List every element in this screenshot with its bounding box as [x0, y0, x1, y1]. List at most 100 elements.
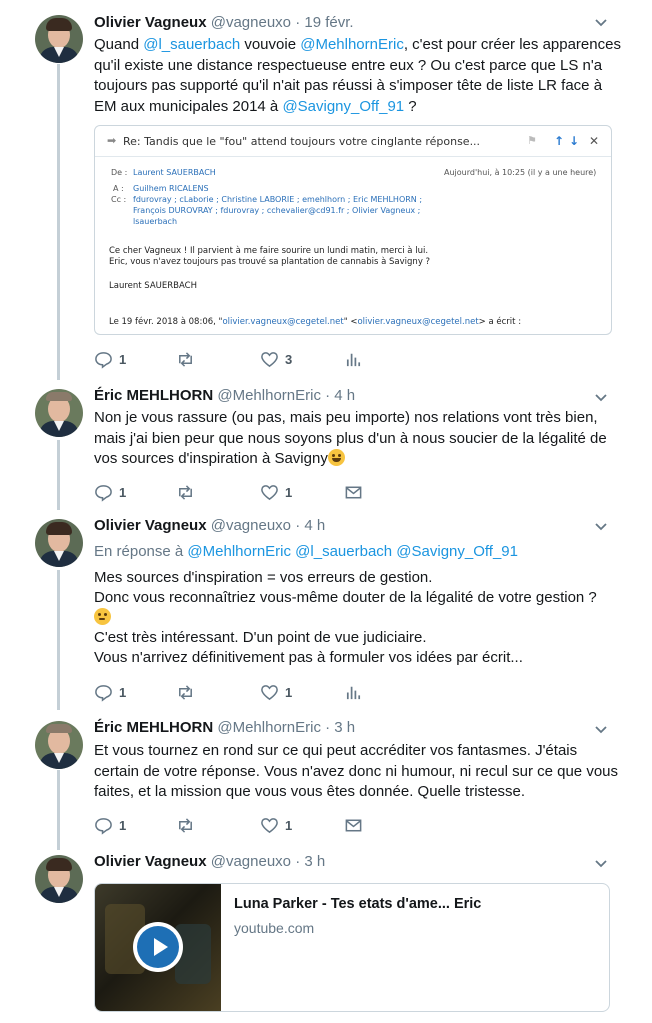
reply-icon: [95, 818, 112, 835]
reply-count: 1: [119, 485, 127, 500]
analytics-icon: [346, 686, 361, 700]
retweet-button[interactable]: [176, 483, 201, 502]
reply-icon: [95, 485, 112, 502]
email-body-line: Ce cher Vagneux ! Il parvient à me faire…: [109, 246, 429, 256]
tweet-text: Quand @l_sauerbach vouvoie @MehlhornEric…: [94, 36, 621, 115]
mention-link[interactable]: @Savigny_Off_91: [282, 98, 404, 115]
author-handle[interactable]: @vagneuxo: [211, 14, 291, 31]
mention-link[interactable]: @l_sauerbach: [295, 543, 392, 560]
thread-line-4: [57, 770, 60, 850]
retweet-icon: [179, 685, 192, 700]
heart-icon: [261, 352, 278, 368]
email-link: olivier.vagneux@cegetel.net: [357, 317, 479, 327]
avatar[interactable]: [35, 15, 83, 63]
author-name[interactable]: Olivier Vagneux: [94, 853, 207, 870]
retweet-button[interactable]: [176, 816, 201, 835]
like-button[interactable]: 1: [260, 683, 292, 702]
arrow-up-icon: ↑: [554, 134, 565, 148]
author-handle[interactable]: @vagneuxo: [211, 517, 291, 534]
reply-button[interactable]: 1: [94, 350, 126, 369]
tweet-actions: 1 1: [94, 683, 394, 703]
heart-icon: [261, 818, 278, 834]
tweet-time[interactable]: 3 h: [334, 719, 355, 736]
chevron-down-icon[interactable]: [594, 16, 608, 30]
author-name[interactable]: Éric MEHLHORN: [94, 387, 213, 404]
author-name[interactable]: Éric MEHLHORN: [94, 719, 213, 736]
video-thumbnail[interactable]: [95, 884, 221, 1011]
envelope-icon: [345, 819, 362, 832]
avatar[interactable]: [35, 389, 83, 437]
reply-button[interactable]: 1: [94, 483, 126, 502]
reply-button[interactable]: 1: [94, 816, 126, 835]
mention-link[interactable]: @Savigny_Off_91: [396, 543, 518, 560]
heart-icon: [261, 685, 278, 701]
tweet-time[interactable]: 3 h: [304, 853, 325, 870]
thread-line-2: [57, 440, 60, 510]
play-icon[interactable]: [133, 922, 183, 972]
chevron-down-icon[interactable]: [594, 520, 608, 534]
avatar[interactable]: [35, 721, 83, 769]
tweet-text: Et vous tournez en rond sur ce qui peut …: [94, 742, 619, 800]
author-handle[interactable]: @MehlhornEric: [217, 719, 321, 736]
like-button[interactable]: 1: [260, 816, 292, 835]
flag-icon: ⚑: [527, 134, 537, 147]
avatar[interactable]: [35, 519, 83, 567]
like-count: 1: [285, 485, 293, 500]
tweet-header: Éric MEHLHORN @MehlhornEric · 3 h: [94, 719, 356, 736]
reply-count: 1: [119, 685, 127, 700]
email-screenshot[interactable]: ➡ Re: Tandis que le "fou" attend toujour…: [94, 125, 612, 335]
thread-line-1: [57, 64, 60, 380]
card-domain: youtube.com: [234, 920, 315, 936]
reply-count: 1: [119, 818, 127, 833]
author-handle[interactable]: @vagneuxo: [211, 853, 291, 870]
mention-link[interactable]: @MehlhornEric: [187, 543, 291, 560]
email-signature: Laurent SAUERBACH: [109, 281, 197, 291]
tweet-header: Olivier Vagneux @vagneuxo · 4 h: [94, 517, 326, 534]
arrow-down-icon: ↓: [569, 134, 580, 148]
mention-link[interactable]: @MehlhornEric: [300, 36, 404, 53]
thinking-face-icon: [94, 608, 111, 625]
analytics-button[interactable]: [344, 683, 363, 702]
tweet-actions: 1 3: [94, 350, 394, 370]
retweet-button[interactable]: [176, 350, 201, 369]
chevron-down-icon[interactable]: [594, 857, 608, 871]
author-name[interactable]: Olivier Vagneux: [94, 517, 207, 534]
retweet-icon: [179, 352, 192, 367]
email-to: Guilhem RICALENS: [133, 184, 209, 193]
reply-button[interactable]: 1: [94, 683, 126, 702]
email-body-line: Eric, vous n'avez toujours pas trouvé sa…: [109, 257, 431, 267]
tweet-time[interactable]: 4 h: [304, 517, 325, 534]
retweet-button[interactable]: [176, 683, 201, 702]
avatar[interactable]: [35, 855, 83, 903]
tweet-actions: 1 1: [94, 816, 394, 836]
email-quote-header: Le 19 févr. 2018 à 08:06, "olivier.vagne…: [109, 317, 522, 327]
analytics-button[interactable]: [344, 350, 363, 369]
direct-message-button[interactable]: [344, 483, 363, 502]
tweet-time[interactable]: 19 févr.: [304, 14, 353, 31]
tweet-time[interactable]: 4 h: [334, 387, 355, 404]
author-name[interactable]: Olivier Vagneux: [94, 14, 207, 31]
chevron-down-icon[interactable]: [594, 391, 608, 405]
forward-icon: ➡: [107, 134, 117, 147]
retweet-icon: [179, 818, 192, 833]
tweet-header: Éric MEHLHORN @MehlhornEric · 4 h: [94, 387, 356, 404]
tweet-header: Olivier Vagneux @vagneuxo · 19 févr.: [94, 14, 354, 31]
card-title[interactable]: Luna Parker - Tes etats d'ame... Eric: [234, 896, 481, 912]
like-count: 1: [285, 685, 293, 700]
author-handle[interactable]: @MehlhornEric: [217, 387, 321, 404]
like-count: 1: [285, 818, 293, 833]
like-button[interactable]: 3: [260, 350, 292, 369]
reply-icon: [95, 352, 112, 369]
email-date: Aujourd'hui, à 10:25 (il y a une heure): [444, 168, 597, 177]
like-button[interactable]: 1: [260, 483, 292, 502]
reply-count: 1: [119, 352, 127, 367]
like-count: 3: [285, 352, 293, 367]
mention-link[interactable]: @l_sauerbach: [143, 36, 240, 53]
youtube-link-card[interactable]: Luna Parker - Tes etats d'ame... Eric yo…: [94, 883, 610, 1012]
direct-message-button[interactable]: [344, 816, 363, 835]
grinning-face-icon: [327, 449, 345, 466]
thread-line-3: [57, 570, 60, 710]
email-from-label: De :: [111, 168, 128, 177]
email-link: olivier.vagneux@cegetel.net: [222, 317, 344, 327]
chevron-down-icon[interactable]: [594, 723, 608, 737]
